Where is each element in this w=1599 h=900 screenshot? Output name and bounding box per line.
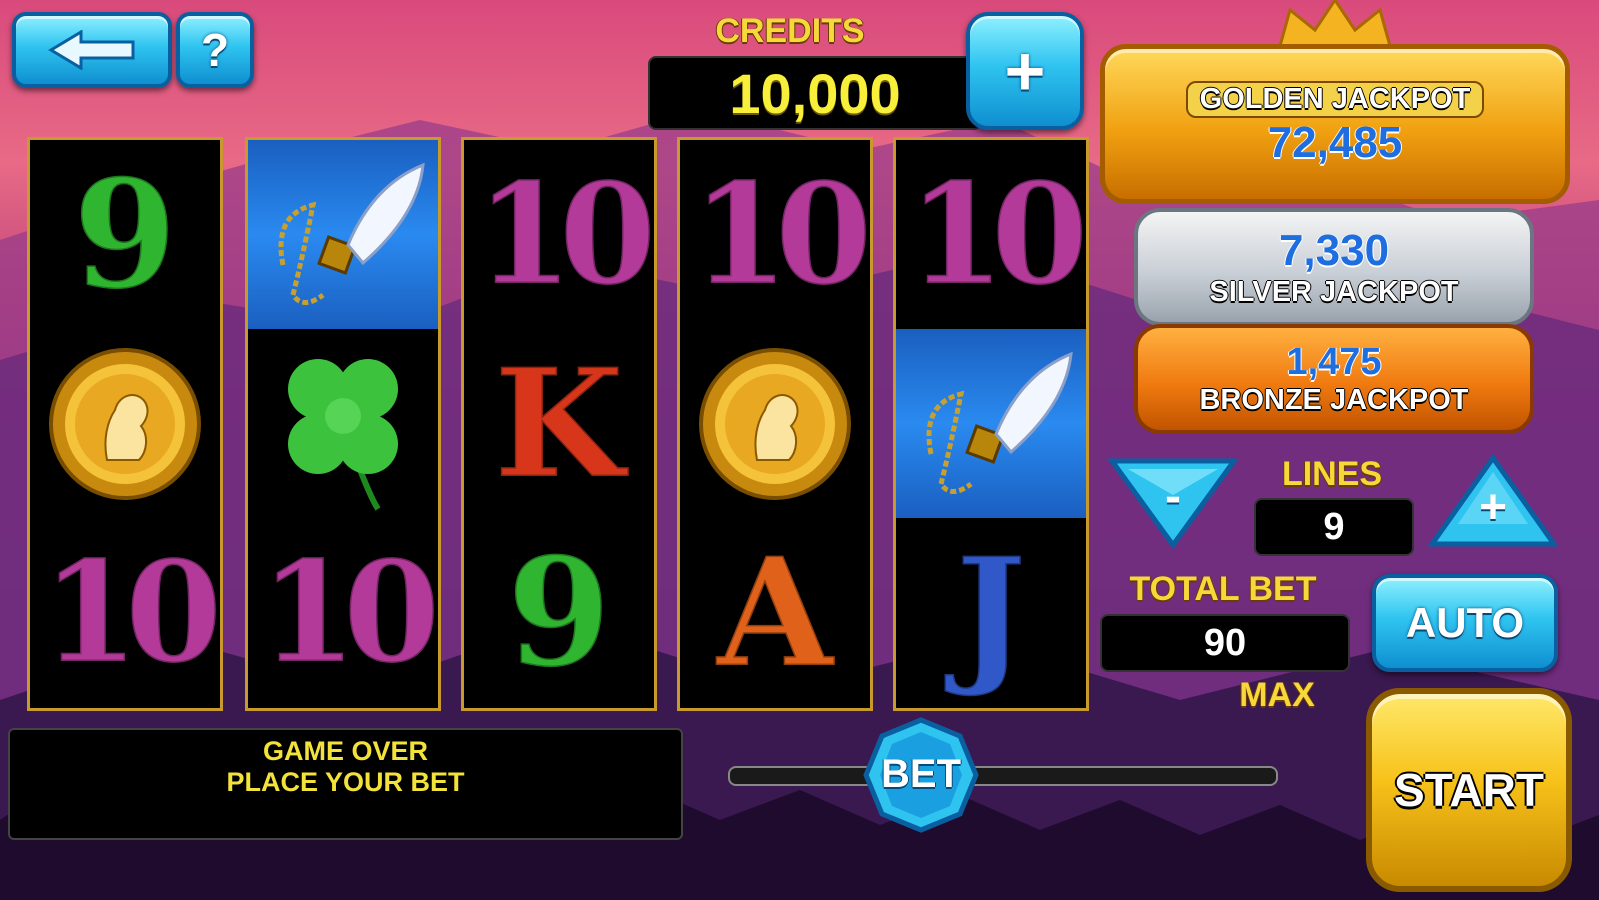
lines-minus-label: - — [1165, 470, 1181, 523]
bronze-jackpot-name: BRONZE JACKPOT — [1199, 384, 1469, 416]
lines-minus-button[interactable]: - — [1107, 455, 1239, 550]
reel-4: 10 A — [677, 137, 873, 711]
total-bet-display: 90 — [1100, 614, 1350, 672]
reel-symbol — [248, 140, 438, 329]
reel-2: 10 — [245, 137, 441, 711]
bet-slider-track[interactable] — [728, 766, 1278, 786]
symbol-10: 10 — [474, 152, 654, 317]
bronze-jackpot-panel: 1,475 BRONZE JACKPOT — [1134, 324, 1534, 434]
reel-symbol: A — [680, 518, 870, 707]
reel-symbol: K — [464, 329, 654, 518]
silver-jackpot-value: 7,330 — [1278, 225, 1390, 275]
silver-jackpot-name: SILVER JACKPOT — [1209, 275, 1459, 308]
symbol-a: A — [715, 524, 834, 701]
golden-jackpot-name: GOLDEN JACKPOT — [1185, 80, 1485, 118]
reel-symbol — [30, 329, 220, 518]
reel-symbol — [896, 329, 1086, 518]
credits-label: CREDITS — [715, 12, 865, 50]
golden-jackpot-value: 72,485 — [1267, 117, 1403, 167]
auto-label: AUTO — [1405, 599, 1525, 646]
reel-symbol — [680, 329, 870, 518]
gold-coin-icon — [49, 347, 201, 500]
lines-display: 9 — [1254, 498, 1414, 556]
lines-value: 9 — [1323, 505, 1345, 548]
symbol-10: 10 — [690, 152, 870, 317]
add-credits-button[interactable]: + — [966, 12, 1084, 130]
total-bet-label: TOTAL BET — [1129, 570, 1317, 608]
start-label: START — [1394, 764, 1544, 816]
reel-symbol: 10 — [680, 140, 870, 329]
reel-symbol: 10 — [464, 140, 654, 329]
credits-value: 10,000 — [729, 61, 901, 125]
reel-5: 10 J — [893, 137, 1089, 711]
reel-symbol: 9 — [464, 518, 654, 707]
feather-necklace-icon — [926, 351, 1073, 494]
symbol-10: 10 — [258, 530, 438, 695]
reel-symbol: 10 — [248, 518, 438, 707]
status-message-line1: GAME OVER — [262, 736, 429, 766]
reel-3: 10 K 9 — [461, 137, 657, 711]
symbol-10: 10 — [906, 152, 1086, 317]
four-leaf-clover-icon — [288, 358, 398, 511]
bronze-jackpot-value: 1,475 — [1286, 341, 1382, 383]
bet-slider-handle[interactable]: BET — [862, 716, 980, 834]
help-button[interactable]: ? — [176, 12, 254, 88]
lines-label: LINES — [1281, 455, 1383, 493]
lines-plus-label: + — [1478, 481, 1508, 534]
back-arrow-icon — [48, 30, 135, 70]
symbol-j: J — [954, 524, 1028, 701]
total-bet-value: 90 — [1203, 621, 1247, 664]
auto-button[interactable]: AUTO — [1372, 574, 1558, 672]
reel-symbol: J — [896, 518, 1086, 707]
symbol-9: 9 — [71, 146, 178, 323]
status-message-line2: PLACE YOUR BET — [226, 767, 465, 797]
credits-display: 10,000 — [648, 56, 982, 130]
add-credits-label: + — [1004, 32, 1046, 110]
symbol-k: K — [492, 335, 625, 512]
start-button[interactable]: START — [1366, 688, 1572, 892]
lines-plus-button[interactable]: + — [1427, 452, 1559, 550]
bet-label: BET — [881, 752, 961, 796]
help-label: ? — [200, 24, 230, 76]
crown-icon — [1270, 0, 1400, 48]
game-screen: ? CREDITS 10,000 + 9 10 10 10 K 9 10 A 10 J GOLDE… — [0, 0, 1599, 900]
golden-jackpot-panel: GOLDEN JACKPOT 72,485 — [1100, 44, 1570, 204]
symbol-10: 10 — [40, 530, 220, 695]
status-message-box: GAME OVER PLACE YOUR BET — [8, 728, 683, 840]
reel-symbol — [248, 329, 438, 518]
reel-symbol: 10 — [30, 518, 220, 707]
max-bet-button[interactable]: MAX — [1222, 676, 1332, 715]
gold-coin-icon — [699, 347, 851, 500]
symbol-9: 9 — [505, 524, 612, 701]
reel-symbol: 9 — [30, 140, 220, 329]
reel-symbol: 10 — [896, 140, 1086, 329]
feather-necklace-icon — [278, 162, 425, 305]
silver-jackpot-panel: 7,330 SILVER JACKPOT — [1134, 208, 1534, 326]
reel-1: 9 10 — [27, 137, 223, 711]
back-button[interactable] — [12, 12, 172, 88]
